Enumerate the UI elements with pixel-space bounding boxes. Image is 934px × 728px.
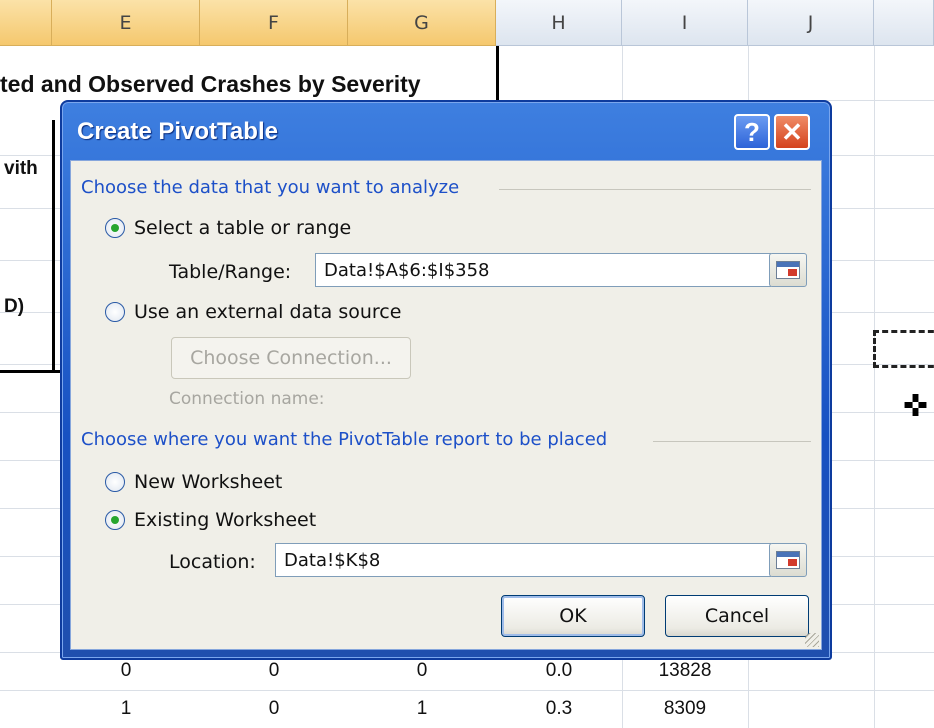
radio-external-source-label: Use an external data source: [134, 301, 402, 323]
column-header-j[interactable]: J: [748, 0, 874, 46]
collapse-dialog-icon: [776, 551, 800, 569]
column-header-d[interactable]: [0, 0, 52, 46]
selection-marquee: [873, 330, 934, 368]
cell-g-row2[interactable]: 1: [348, 698, 496, 720]
column-header-f[interactable]: F: [200, 0, 348, 46]
table-range-collapse-button[interactable]: [769, 253, 807, 287]
cell-i-row2[interactable]: 8309: [622, 698, 748, 720]
cell-fragment-d[interactable]: D): [4, 296, 24, 318]
cell-e-row2[interactable]: 1: [52, 698, 200, 720]
table-range-label: Table/Range:: [169, 261, 292, 283]
column-header-g[interactable]: G: [348, 0, 496, 46]
location-label: Location:: [169, 551, 256, 573]
connection-name-label: Connection name:: [169, 389, 325, 409]
location-collapse-button[interactable]: [769, 543, 807, 577]
radio-new-worksheet-label: New Worksheet: [134, 471, 283, 493]
location-input[interactable]: [275, 543, 771, 577]
create-pivottable-dialog: Create PivotTable ? ✕ Choose the data th…: [60, 100, 832, 660]
cell-select-cursor-icon: ✜: [903, 389, 929, 424]
dialog-title: Create PivotTable: [77, 118, 278, 145]
close-icon: ✕: [781, 116, 803, 147]
cell-i-row1[interactable]: 13828: [622, 660, 748, 682]
ok-button[interactable]: OK: [501, 595, 645, 637]
cell-h-row2[interactable]: 0.3: [496, 698, 622, 720]
column-header-i[interactable]: I: [622, 0, 748, 46]
resize-grip-icon[interactable]: [805, 633, 819, 647]
cell-h-row1[interactable]: 0.0: [496, 660, 622, 682]
radio-select-range[interactable]: Select a table or range: [105, 217, 351, 239]
cell-f-row2[interactable]: 0: [200, 698, 348, 720]
choose-connection-button[interactable]: Choose Connection...: [171, 337, 411, 379]
collapse-dialog-icon: [776, 261, 800, 279]
section-destination-label: Choose where you want the PivotTable rep…: [81, 429, 608, 450]
radio-button-selected[interactable]: [105, 218, 125, 238]
column-header-e[interactable]: E: [52, 0, 200, 46]
help-button[interactable]: ?: [734, 114, 770, 150]
cancel-button[interactable]: Cancel: [665, 595, 809, 637]
section-data-source-label: Choose the data that you want to analyze: [81, 177, 460, 198]
cell-g-row1[interactable]: 0: [348, 660, 496, 682]
radio-button-unselected[interactable]: [105, 302, 125, 322]
cell-e-row1[interactable]: 0: [52, 660, 200, 682]
close-button[interactable]: ✕: [774, 114, 810, 150]
column-header-h[interactable]: H: [496, 0, 622, 46]
dialog-body: Choose the data that you want to analyze…: [70, 160, 822, 650]
radio-new-worksheet[interactable]: New Worksheet: [105, 471, 282, 493]
radio-button-selected[interactable]: [105, 510, 125, 530]
radio-external-source[interactable]: Use an external data source: [105, 301, 401, 323]
radio-select-range-label: Select a table or range: [134, 217, 352, 239]
help-icon: ?: [744, 116, 760, 147]
radio-existing-worksheet[interactable]: Existing Worksheet: [105, 509, 316, 531]
radio-button-unselected[interactable]: [105, 472, 125, 492]
cell-fragment-vith[interactable]: vith: [4, 158, 38, 180]
column-header-k[interactable]: [874, 0, 934, 46]
cell-f-row1[interactable]: 0: [200, 660, 348, 682]
table-range-input[interactable]: [315, 253, 771, 287]
radio-existing-worksheet-label: Existing Worksheet: [134, 509, 317, 531]
